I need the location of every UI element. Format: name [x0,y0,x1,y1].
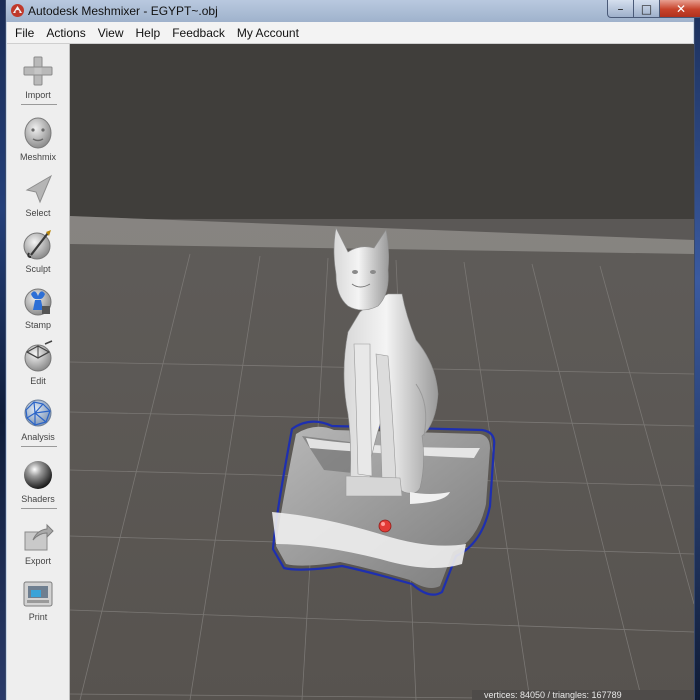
shader-ball-icon [24,461,52,489]
select-arrow-icon [25,174,53,204]
title-bar[interactable]: Autodesk Meshmixer - EGYPT~.obj – □ ✕ [6,0,700,22]
sculpt-label: Sculpt [25,264,51,274]
select-tool[interactable]: Select [7,166,69,220]
edit-label: Edit [30,376,46,386]
import-label: Import [25,90,51,100]
tool-sidebar: Import Meshmix Select Sculpt Stamp Edit … [7,44,70,700]
analysis-label: Analysis [21,432,55,442]
shaders-label: Shaders [21,494,55,504]
scene-canvas[interactable] [70,44,694,700]
print-label: Print [28,612,48,622]
mesh-stats: vertices: 84050 / triangles: 167789 [472,690,694,700]
meshmix-label: Meshmix [19,152,56,162]
meshmix-tool[interactable]: Meshmix [7,110,69,164]
export-label: Export [24,556,51,566]
sculpt-brush-icon [23,230,51,260]
menu-my-account[interactable]: My Account [232,26,304,40]
plus-icon [23,56,53,86]
minimize-button[interactable]: – [607,0,634,18]
menu-actions[interactable]: Actions [41,26,90,40]
stamp-tool[interactable]: Stamp [7,278,69,332]
select-label: Select [25,208,51,218]
stamp-label: Stamp [24,320,51,330]
close-icon: ✕ [675,1,687,16]
toolbar-separator [21,104,57,105]
menu-feedback[interactable]: Feedback [167,26,230,40]
meshmix-head-icon [24,117,52,149]
window-title: Autodesk Meshmixer - EGYPT~.obj [28,4,218,18]
print-tool[interactable]: Print [7,570,69,624]
analysis-sphere-icon [24,399,52,427]
background-wall [70,44,694,219]
3d-viewport[interactable]: vertices: 84050 / triangles: 167789 [70,44,694,700]
menu-view[interactable]: View [93,26,129,40]
meshmixer-app-icon [11,4,24,17]
pivot-marker [378,519,392,533]
shaders-tool[interactable]: Shaders [7,452,69,506]
menu-file[interactable]: File [10,26,39,40]
edit-tool[interactable]: Edit [7,334,69,388]
maximize-icon: □ [640,1,653,16]
toolbar-separator [21,446,57,447]
sculpt-tool[interactable]: Sculpt [7,222,69,276]
import-tool[interactable]: Import [7,48,69,102]
menu-bar: File Actions View Help Feedback My Accou… [7,22,693,44]
minimize-icon: – [617,1,624,16]
stamp-icon [24,288,52,316]
export-tool[interactable]: Export [7,514,69,568]
maximize-button[interactable]: □ [633,0,660,18]
toolbar-separator [21,508,57,509]
export-icon [24,523,54,551]
analysis-tool[interactable]: Analysis [7,390,69,444]
menu-help[interactable]: Help [131,26,166,40]
printer-icon [23,581,53,607]
meshmixer-window: Autodesk Meshmixer - EGYPT~.obj – □ ✕ Fi… [6,0,700,700]
close-button[interactable]: ✕ [659,0,700,18]
edit-sphere-icon [24,340,53,372]
